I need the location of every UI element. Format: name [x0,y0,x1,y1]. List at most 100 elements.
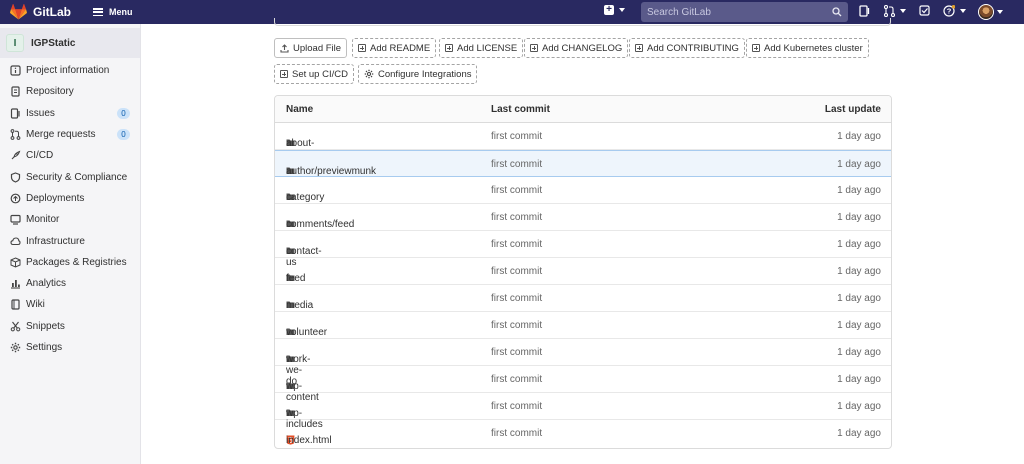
issues-shortcut[interactable] [859,5,870,17]
user-avatar[interactable] [978,4,994,20]
sidebar-item-label: Security & Compliance [26,171,128,183]
plus-square-icon [752,44,760,52]
sidebar-item-infrastructure[interactable]: Infrastructure [0,230,140,251]
last-commit-link[interactable]: first commit [491,374,542,385]
last-commit-link[interactable]: first commit [491,401,542,412]
table-row[interactable]: author/previewmunk first commit 1 day ago [275,150,891,177]
doc-icon [10,86,21,98]
last-commit-link[interactable]: first commit [491,293,542,304]
last-commit-link[interactable]: first commit [491,239,542,250]
sidebar-item-security-compliance[interactable]: Security & Compliance [0,166,140,187]
gitlab-home-link[interactable]: GitLab [10,0,71,24]
scissors-icon [10,321,21,332]
rocket-icon [10,150,21,161]
table-row[interactable]: about-usfirst commit1 day ago [275,123,891,160]
last-update-time: 1 day ago [837,212,881,223]
plus-icon: + [604,5,614,15]
setup-ci-cd-button[interactable]: Set up CI/CD [274,64,354,84]
sidebar-item-settings[interactable]: Settings [0,337,140,358]
todos-shortcut[interactable] [919,5,930,16]
gitlab-logo-icon [10,4,27,20]
last-commit-link[interactable]: first commit [491,428,542,439]
todo-icon [919,5,930,16]
add-kubernetes-label: Add Kubernetes cluster [764,42,863,54]
configure-integrations-button[interactable]: Configure Integrations [358,64,478,84]
sidebar-item-merge-requests[interactable]: Merge requests 0 [0,124,140,145]
table-row[interactable]: category first commit 1 day ago [275,177,891,204]
setup-ci-cd-label: Set up CI/CD [292,68,348,80]
add-changelog-button[interactable]: Add CHANGELOG [524,38,629,58]
sidebar-item-label: Wiki [26,299,45,311]
sidebar-item-analytics[interactable]: Analytics [0,273,140,294]
user-menu-caret[interactable] [997,10,1003,14]
add-readme-label: Add README [370,42,431,54]
sidebar-item-ci-cd[interactable]: CI/CD [0,145,140,166]
sidebar-item-repository[interactable]: Repository [0,81,140,102]
add-contributing-button[interactable]: Add CONTRIBUTING [629,38,745,58]
table-row[interactable]: media first commit 1 day ago [275,285,891,312]
file-name: category [286,192,325,203]
issues-icon [10,108,21,119]
add-readme-button[interactable]: Add README [352,38,437,58]
gear-icon [364,69,374,79]
table-row[interactable]: index.html first commit 1 day ago [275,420,891,447]
new-dropdown-button[interactable]: + [604,5,625,15]
merge-requests-dropdown[interactable] [884,5,906,17]
last-commit-link[interactable]: first commit [491,159,542,170]
last-commit-link[interactable]: first commit [491,212,542,223]
sidebar-item-snippets[interactable]: Snippets [0,316,140,337]
table-header: Name Last commit Last update [275,96,891,123]
sidebar-item-label: Packages & Registries [26,256,127,268]
last-commit-link[interactable]: first commit [491,266,542,277]
main-content: Upload File Add README Add LICENSE Add C… [141,18,1024,464]
menu-button[interactable]: Menu [93,0,133,24]
sidebar-item-label: Issues [26,107,55,119]
configure-integrations-label: Configure Integrations [378,68,472,80]
table-row[interactable]: comments/feed first commit 1 day ago [275,204,891,231]
sidebar-item-deployments[interactable]: Deployments [0,188,140,209]
sidebar-item-label: Analytics [26,278,67,290]
last-update-time: 1 day ago [837,374,881,385]
file-name: comments/feed [286,219,355,230]
help-dropdown[interactable]: ? [943,5,966,17]
add-license-button[interactable]: Add LICENSE [439,38,524,58]
last-update-time: 1 day ago [837,347,881,358]
table-row[interactable]: contact-us first commit 1 day ago [275,231,891,268]
last-commit-link[interactable]: first commit [491,131,542,142]
table-row[interactable]: feed first commit 1 day ago [275,258,891,285]
last-update-time: 1 day ago [837,320,881,331]
search-icon [832,7,842,17]
table-row[interactable]: volunteer first commit 1 day ago [275,312,891,339]
add-kubernetes-cluster-button[interactable]: Add Kubernetes cluster [746,38,869,58]
sidebar-item-label: Settings [26,342,63,353]
file-name: media [286,300,314,311]
sidebar-item-wiki[interactable]: Wiki [0,294,140,315]
table-row[interactable]: wp-includes first commit 1 day ago [275,393,891,430]
last-update-time: 1 day ago [837,266,881,277]
table-row[interactable]: work-we-do first commit 1 day ago [275,339,891,387]
sidebar-project-header[interactable]: I IGPStatic [0,28,140,58]
last-commit-link[interactable]: first commit [491,185,542,196]
brand-name: GitLab [33,5,71,19]
sidebar-item-label: Project information [26,65,110,77]
info-icon [10,65,21,76]
chevron-down-icon [619,8,625,12]
table-row[interactable]: wp-content first commit 1 day ago [275,366,891,403]
sidebar-item-label: CI/CD [26,150,54,162]
sidebar-item-monitor[interactable]: Monitor [0,209,140,230]
upload-file-button[interactable]: Upload File [274,38,348,58]
sidebar-item-project-information[interactable]: Project information [0,60,140,81]
file-name: volunteer [286,327,328,338]
last-commit-link[interactable]: first commit [491,320,542,331]
plus-square-icon [530,44,538,52]
search-input[interactable] [647,6,827,18]
sidebar-item-issues[interactable]: Issues 0 [0,103,140,124]
sidebar-item-packages-registries[interactable]: Packages & Registries [0,252,140,273]
plus-square-icon [445,44,453,52]
last-update-time: 1 day ago [837,239,881,250]
upload-file-label: Upload File [293,42,342,54]
last-commit-link[interactable]: first commit [491,347,542,358]
last-update-time: 1 day ago [837,428,881,439]
shield-icon [10,171,21,183]
issues-icon [859,5,870,17]
